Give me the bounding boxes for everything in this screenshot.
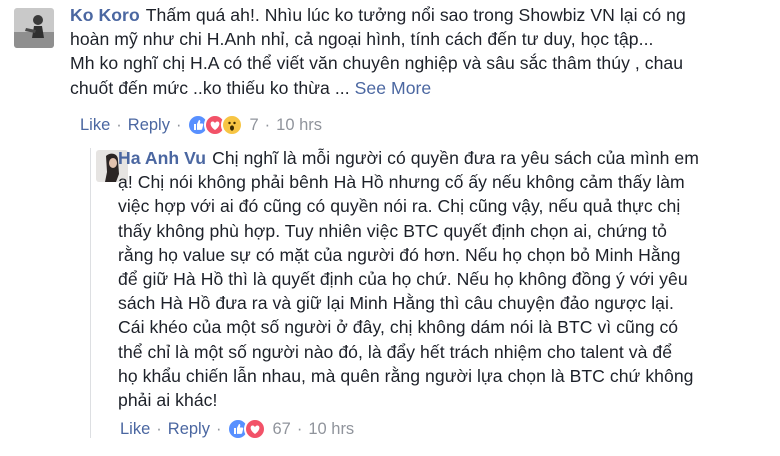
see-more-link[interactable]: See More: [355, 78, 432, 98]
reply-thread-line: [90, 148, 91, 438]
separator-dot: ·: [116, 115, 122, 134]
comment-text-line: sách Hà Hồ đưa ra và giữ lại Minh Hằng t…: [118, 293, 674, 314]
comment-text-line: chuốt đến mức ..ko thiếu ko thừa ...: [70, 77, 350, 98]
separator-dot: ·: [175, 115, 182, 134]
comment-text-line: thể chỉ là một số người nào đó, là đẩy h…: [118, 341, 673, 362]
comment-text-line: Cái khéo của một số người ở đây, chị khô…: [118, 317, 679, 338]
comment-actions: Like · Reply · 7 · 10 hrs: [80, 114, 322, 136]
comment-text-line: để giữ Hà Hồ thì là quyết định của họ ch…: [118, 269, 688, 290]
like-button[interactable]: Like: [120, 420, 150, 439]
comment-text-line: Thấm quá ah!. Nhìu lúc ko tưởng nổi sao …: [145, 5, 686, 25]
comment-text-line: họ khẩu chiến lẫn nhau, mà quên rằng ngư…: [118, 365, 694, 386]
comment-text-line: Chị nghĩ là mỗi người có quyền đưa ra yê…: [212, 148, 699, 168]
comment-text-line: việc hợp với ai đó cũng có quyền nói ra.…: [118, 196, 681, 217]
avatar[interactable]: [14, 8, 54, 48]
comment-author[interactable]: Ko Koro: [70, 5, 140, 25]
comment-body: Ko Koro Thấm quá ah!. Nhìu lúc ko tưởng n…: [70, 3, 770, 100]
like-button[interactable]: Like: [80, 116, 110, 135]
separator-dot: ·: [215, 419, 222, 438]
separator-dot: ·: [296, 419, 303, 438]
comment-text-line: ạ! Chị nói không phải bênh Hà Hồ nhưng c…: [118, 172, 685, 193]
timestamp[interactable]: 10 hrs: [276, 116, 322, 135]
comment-actions: Like · Reply · 67 · 10 hrs: [120, 418, 354, 440]
love-icon: [244, 418, 267, 440]
comment-text-line: thấy không phù hợp. Tuy nhiên việc BTC q…: [118, 220, 667, 241]
reply-button[interactable]: Reply: [168, 420, 210, 439]
reaction-count[interactable]: 67: [272, 420, 290, 439]
timestamp[interactable]: 10 hrs: [308, 420, 354, 439]
comment-body: Ha Anh Vu Chị nghĩ là mỗi người có quyền …: [118, 146, 768, 412]
comment-text-line: rằng họ value sự có mặt của người đó hơn…: [118, 244, 681, 265]
comment-text-line: phải ai khác!: [118, 390, 218, 411]
comment-text-line: hoàn mỹ như chi H.Anh nhỉ, cả ngoại hình…: [70, 29, 654, 50]
comment-author[interactable]: Ha Anh Vu: [118, 148, 206, 168]
separator-dot: ·: [264, 115, 271, 134]
wow-icon: [221, 114, 244, 136]
separator-dot: ·: [156, 419, 162, 438]
reply-button[interactable]: Reply: [128, 116, 170, 135]
reactions-summary[interactable]: [227, 418, 267, 440]
reaction-count[interactable]: 7: [249, 116, 258, 135]
reactions-summary[interactable]: [187, 114, 244, 136]
comment-text-line: Mh ko nghĩ chị H.A có thể viết văn chuyê…: [70, 53, 684, 74]
